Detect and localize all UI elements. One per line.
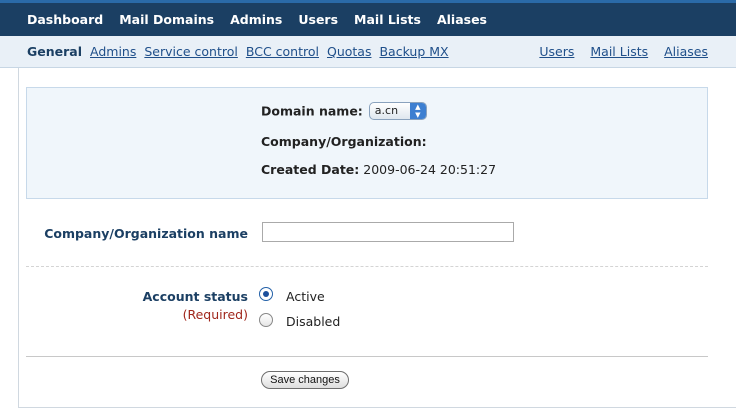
domain-select-value: a.cn <box>374 104 399 117</box>
tab-admins[interactable]: Admins <box>90 44 136 59</box>
link-aliases[interactable]: Aliases <box>664 44 708 59</box>
company-name-label: Company/Organization name <box>44 226 248 241</box>
nav-dashboard[interactable]: Dashboard <box>27 12 103 27</box>
domain-name-label: Domain name: <box>261 103 363 119</box>
required-note: (Required) <box>182 307 248 322</box>
tab-general[interactable]: General <box>27 44 82 59</box>
nav-mail-domains[interactable]: Mail Domains <box>119 12 214 27</box>
nav-mail-lists[interactable]: Mail Lists <box>354 12 421 27</box>
divider <box>26 356 708 357</box>
dashed-divider <box>26 266 708 267</box>
company-row: Company/Organization: <box>261 134 427 149</box>
radio-disabled[interactable] <box>259 313 273 327</box>
nav-aliases[interactable]: Aliases <box>437 12 487 27</box>
created-date-row: Created Date: 2009-06-24 20:51:27 <box>261 162 496 177</box>
created-date-label: Created Date: <box>261 162 360 177</box>
tab-service-control[interactable]: Service control <box>144 44 238 59</box>
account-status-label: Account status <box>142 289 248 304</box>
tab-quotas[interactable]: Quotas <box>327 44 371 59</box>
link-users[interactable]: Users <box>539 44 574 59</box>
link-mail-lists[interactable]: Mail Lists <box>590 44 648 59</box>
nav-users[interactable]: Users <box>298 12 338 27</box>
created-date-value: 2009-06-24 20:51:27 <box>363 162 497 177</box>
domain-name-row: Domain name: a.cn ▲ ▼ <box>261 102 427 121</box>
select-arrows-icon: ▲ ▼ <box>409 103 426 119</box>
save-changes-button[interactable]: Save changes <box>261 371 349 389</box>
nav-admins[interactable]: Admins <box>230 12 282 27</box>
top-navigation-bar: Dashboard Mail Domains Admins Users Mail… <box>0 0 736 36</box>
sub-navigation-bar: General Admins Service control BCC contr… <box>0 36 736 68</box>
tab-bcc-control[interactable]: BCC control <box>246 44 319 59</box>
company-label: Company/Organization: <box>261 134 427 149</box>
radio-active-label[interactable]: Active <box>286 289 325 304</box>
radio-active[interactable] <box>259 287 273 301</box>
company-name-input[interactable] <box>262 222 514 242</box>
tab-backup-mx[interactable]: Backup MX <box>379 44 448 59</box>
radio-disabled-label[interactable]: Disabled <box>286 314 340 329</box>
domain-select[interactable]: a.cn ▲ ▼ <box>368 102 427 120</box>
